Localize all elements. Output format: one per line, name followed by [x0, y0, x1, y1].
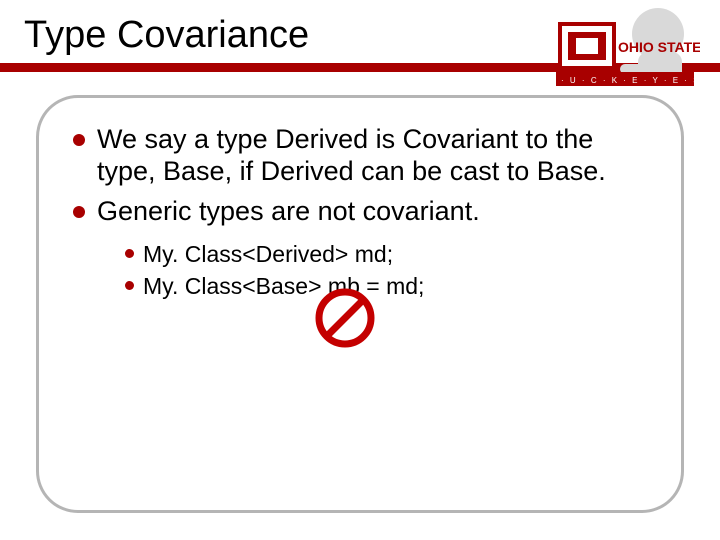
prohibited-icon: [315, 288, 375, 348]
sub-bullet-2: My. Class<Base> mb = md;: [125, 272, 651, 301]
bullet-list: We say a type Derived is Covariant to th…: [73, 124, 651, 301]
sub-bullet-list: My. Class<Derived> md; My. Class<Base> m…: [125, 240, 651, 302]
slide: Type Covariance OHIO STATE B · U · C · K…: [0, 0, 720, 540]
ohio-state-logo: OHIO STATE B · U · C · K · E · Y · E · S: [550, 4, 700, 99]
bullet-2: Generic types are not covariant. My. Cla…: [73, 196, 651, 301]
logo-wordmark-top: OHIO STATE: [618, 39, 700, 55]
sub-bullet-1: My. Class<Derived> md;: [125, 240, 651, 269]
bullet-2-text: Generic types are not covariant.: [97, 196, 480, 226]
bullet-1: We say a type Derived is Covariant to th…: [73, 124, 651, 188]
logo-wordmark-bottom: B · U · C · K · E · Y · E · S: [550, 76, 700, 85]
